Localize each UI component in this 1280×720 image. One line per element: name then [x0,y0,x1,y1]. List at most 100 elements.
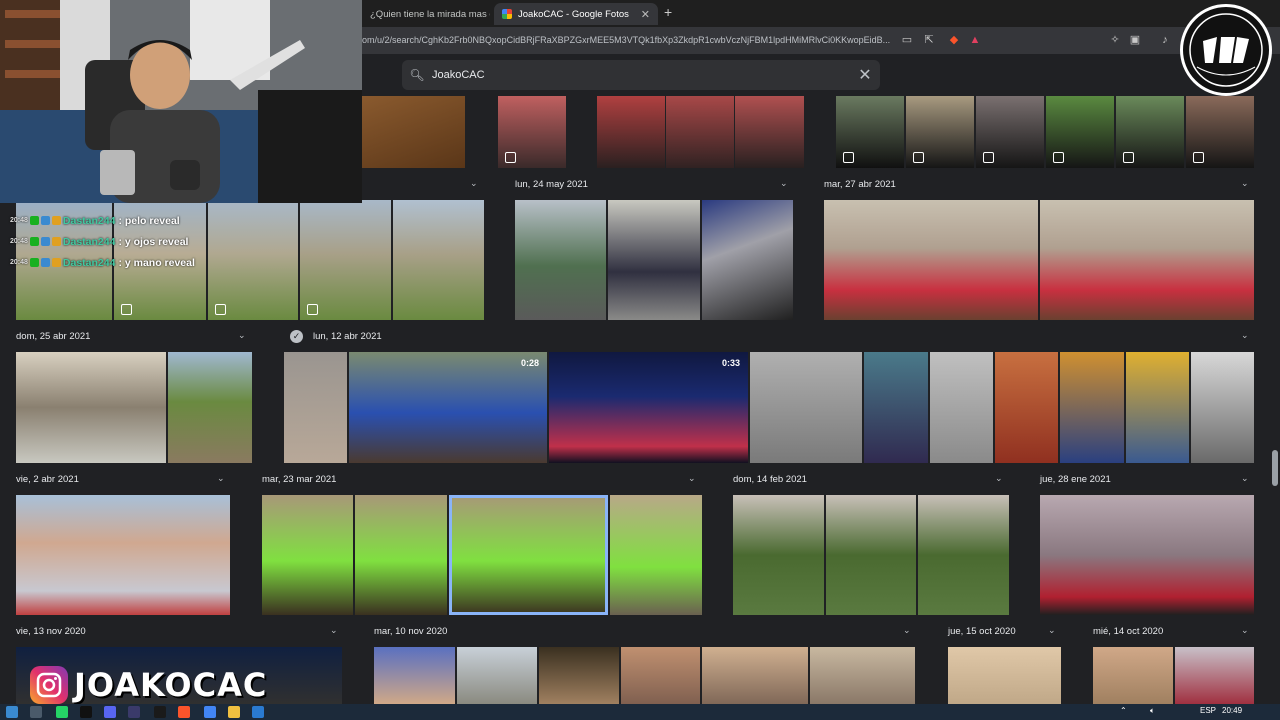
share-icon[interactable]: ⇱ [922,33,936,47]
sidebar-icon[interactable]: ▣ [1128,33,1142,47]
obs-icon[interactable] [154,706,166,718]
page-scrollbar[interactable] [1270,54,1278,704]
chevron-down-icon[interactable]: ⌄ [1241,625,1249,636]
close-tab-icon[interactable]: ✕ [641,8,650,21]
download-icon [505,152,516,163]
tiktok-icon[interactable] [80,706,92,718]
photo-thumbnail[interactable] [906,96,974,168]
photo-thumbnail[interactable] [515,200,606,320]
photo-thumbnail[interactable] [810,647,915,704]
tab-mirada[interactable]: ¿Quien tiene la mirada mas cansa [362,3,490,25]
chevron-down-icon[interactable]: ⌄ [688,473,696,484]
chevron-down-icon[interactable]: ⌄ [1241,330,1249,341]
app-icon[interactable] [128,706,140,718]
photo-thumbnail[interactable] [300,200,391,320]
chevron-down-icon[interactable]: ⌄ [780,178,788,189]
app-icon[interactable] [252,706,264,718]
photo-thumbnail[interactable] [16,495,230,615]
photo-thumbnail[interactable] [666,96,734,168]
chevron-down-icon[interactable]: ⌄ [1241,473,1249,484]
search-icon[interactable] [30,706,42,718]
photo-thumbnail[interactable] [621,647,700,704]
tab-google-fotos[interactable]: JoakoCAC - Google Fotos ✕ [494,3,658,25]
photo-thumbnail-selected[interactable] [449,495,608,615]
section-date: vie, 13 nov 2020 [16,626,86,637]
photo-thumbnail[interactable] [976,96,1044,168]
photo-thumbnail[interactable] [498,96,566,168]
chrome-icon[interactable] [204,706,216,718]
photo-thumbnail[interactable] [610,495,702,615]
photo-thumbnail[interactable] [1116,96,1184,168]
brave-icon[interactable] [178,706,190,718]
photo-thumbnail[interactable] [1046,96,1114,168]
chevron-down-icon[interactable]: ⌄ [1048,625,1056,636]
volume-icon[interactable]: 🔈︎ [1150,706,1155,716]
photo-thumbnail[interactable] [948,647,1061,704]
photo-thumbnail[interactable] [995,352,1058,463]
photo-thumbnail[interactable] [836,96,904,168]
photo-thumbnail[interactable] [1040,495,1254,615]
section-date: vie, 2 abr 2021 [16,474,79,485]
photo-thumbnail[interactable] [393,200,484,320]
photo-thumbnail[interactable] [208,200,298,320]
extensions-icon[interactable]: ✧ [1108,33,1122,47]
media-controls-icon[interactable]: ♪ [1158,33,1172,47]
clock[interactable]: 20:49 [1222,706,1242,715]
address-bar[interactable]: om/u/2/search/CghKb2Frb0NBQxopCidBRjFRaX… [362,31,902,50]
install-app-icon[interactable]: ▭ [900,33,914,47]
chevron-down-icon[interactable]: ⌄ [238,330,246,341]
tray-arrow-icon[interactable]: ⌃ [1120,706,1127,715]
photo-thumbnail[interactable] [284,352,347,463]
start-button-icon[interactable] [6,706,18,718]
photo-thumbnail[interactable] [539,647,619,704]
file-explorer-icon[interactable] [228,706,240,718]
clear-search-icon[interactable]: ✕ [850,65,880,85]
photo-thumbnail[interactable] [1175,647,1254,704]
whatsapp-icon[interactable] [56,706,68,718]
photo-thumbnail[interactable] [16,352,166,463]
photo-thumbnail[interactable] [864,352,928,463]
chevron-down-icon[interactable]: ⌄ [995,473,1003,484]
photo-thumbnail[interactable] [1040,200,1254,320]
photo-thumbnail[interactable] [702,647,808,704]
photo-thumbnail[interactable] [1093,647,1173,704]
photo-thumbnail[interactable]: 0:33 [549,352,748,463]
select-check-icon[interactable]: ✓ [290,330,303,343]
chat-message: 20:48 Dastan244 : pelo reveal [10,214,180,227]
chevron-down-icon[interactable]: ⌄ [1241,178,1249,189]
brave-shield-icon[interactable]: ◆ [947,33,961,47]
photo-thumbnail[interactable] [608,200,700,320]
photo-thumbnail[interactable] [1126,352,1189,463]
section-date: mar, 10 nov 2020 [374,626,448,637]
language-indicator[interactable]: ESP [1200,706,1216,715]
photo-thumbnail[interactable] [1191,352,1254,463]
photo-thumbnail[interactable] [702,200,793,320]
photo-thumbnail[interactable] [733,495,824,615]
photo-thumbnail[interactable] [918,495,1009,615]
photo-thumbnail[interactable] [374,647,455,704]
brave-rewards-icon[interactable]: ▲ [968,33,982,47]
photo-thumbnail[interactable] [735,96,804,168]
photo-thumbnail[interactable] [824,200,1038,320]
chevron-down-icon[interactable]: ⌄ [330,625,338,636]
new-tab-button[interactable]: + [664,4,672,20]
photo-thumbnail[interactable] [597,96,665,168]
photo-thumbnail[interactable] [355,495,447,615]
photo-thumbnail[interactable] [457,647,537,704]
photo-thumbnail[interactable] [826,495,916,615]
photo-thumbnail[interactable]: 0:28 [349,352,547,463]
photo-thumbnail[interactable] [168,352,252,463]
search-bar[interactable]: 🔍︎ JoakoCAC ✕ [402,60,880,90]
scrollbar-thumb[interactable] [1272,450,1278,486]
photo-thumbnail[interactable] [1060,352,1124,463]
photo-thumbnail[interactable] [930,352,993,463]
chevron-down-icon[interactable]: ⌄ [470,178,478,189]
chevron-down-icon[interactable]: ⌄ [217,473,225,484]
photo-thumbnail[interactable] [362,96,465,168]
photo-thumbnail[interactable] [750,352,862,463]
photo-thumbnail[interactable] [1186,96,1254,168]
discord-icon[interactable] [104,706,116,718]
chevron-down-icon[interactable]: ⌄ [903,625,911,636]
photo-thumbnail[interactable] [262,495,353,615]
search-input[interactable]: JoakoCAC [432,69,850,81]
